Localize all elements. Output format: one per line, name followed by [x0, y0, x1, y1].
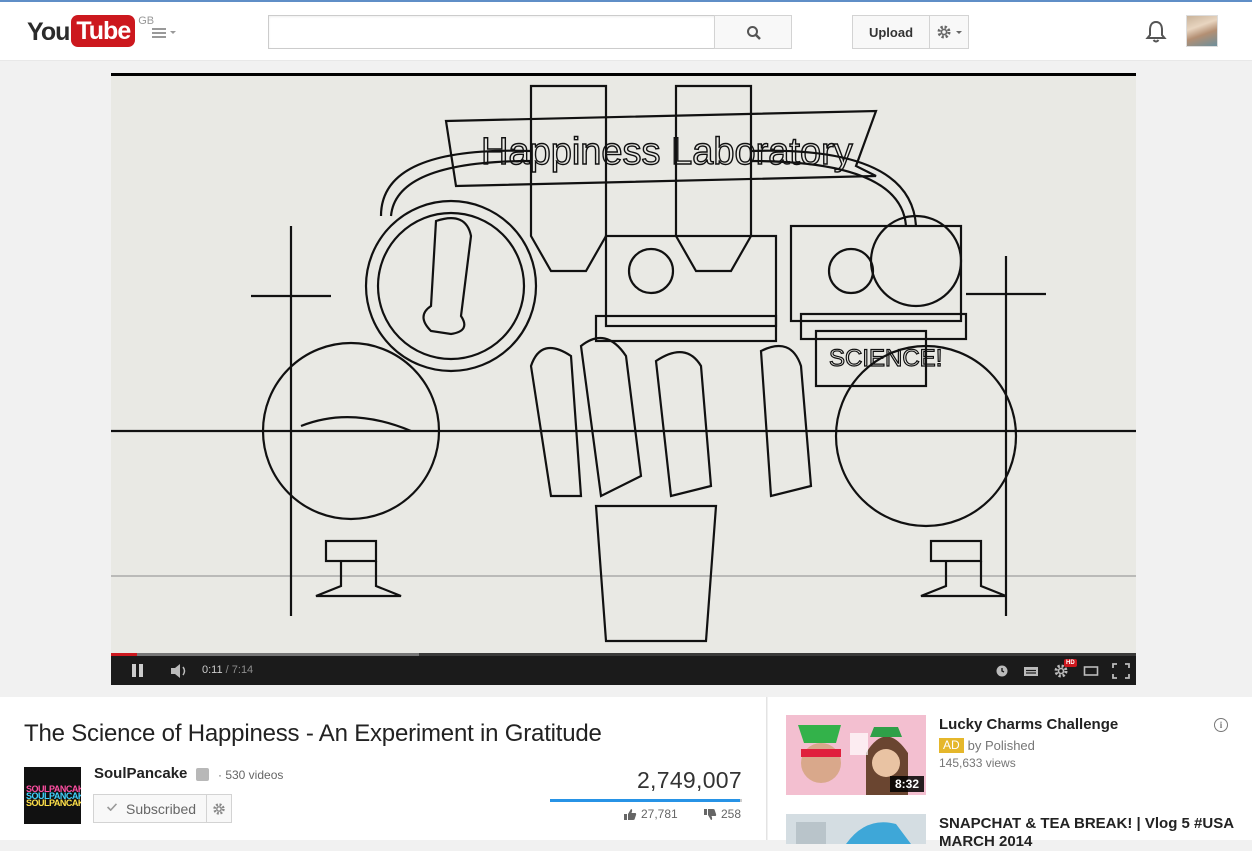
player-controls: 0:11 / 7:14 HD: [111, 653, 1136, 685]
dislike-count: 258: [721, 807, 742, 821]
like-button[interactable]: 27,781: [623, 807, 678, 821]
progress-loaded: [111, 653, 419, 656]
dislike-button[interactable]: 258: [703, 807, 741, 821]
hd-badge: HD: [1064, 659, 1077, 667]
video-illustration: Happiness Laboratory SCIENCE!: [111, 84, 1136, 643]
video-frame[interactable]: Happiness Laboratory SCIENCE!: [111, 76, 1136, 653]
subscription-settings-button[interactable]: [206, 794, 232, 823]
current-time: 0:11: [202, 664, 223, 676]
likes-fill: [550, 799, 741, 802]
related-video-byline[interactable]: by Polished: [968, 738, 1035, 753]
masthead: You Tube GB Upload: [0, 0, 1252, 61]
theater-icon: [1083, 666, 1099, 676]
channel-avatar-text-3: SOULPANCAKE: [26, 798, 81, 808]
progress-played: [111, 653, 137, 656]
search-icon: [747, 26, 761, 40]
ad-badge: AD: [939, 738, 964, 753]
pause-button[interactable]: [132, 664, 146, 678]
theater-mode-button[interactable]: [1083, 663, 1099, 679]
checkmark-icon: [106, 803, 118, 811]
settings-dropdown-button[interactable]: [929, 15, 969, 49]
related-video-views: 145,633 views: [939, 756, 1016, 770]
search-button[interactable]: [714, 15, 792, 49]
fullscreen-button[interactable]: [1112, 663, 1130, 679]
guide-menu-button[interactable]: [150, 24, 180, 42]
channel-avatar[interactable]: SOULPANCAKE SOULPANCAKE SOULPANCAKE: [24, 767, 81, 824]
watch-later-button[interactable]: [994, 663, 1010, 679]
captions-button[interactable]: [1023, 663, 1039, 679]
captions-icon: [1024, 667, 1038, 676]
related-videos-sidebar: 8:32 Lucky Charms Challenge AD by Polish…: [768, 697, 1252, 850]
view-count: 2,749,007: [636, 767, 742, 793]
progress-bar[interactable]: [111, 653, 1136, 656]
subscribe-label: Subscribed: [126, 800, 197, 817]
volume-icon: [171, 664, 186, 678]
related-video-meta: AD by Polished: [939, 738, 1035, 753]
related-video-thumbnail[interactable]: 8:32: [786, 715, 926, 795]
thumbs-up-icon: [624, 808, 637, 820]
chevron-down-icon: [956, 31, 962, 34]
related-video-title[interactable]: SNAPCHAT & TEA BREAK! | Vlog 5 #USA MARC…: [939, 815, 1239, 851]
clock-icon: [996, 665, 1008, 677]
video-sign-text: SCIENCE!: [829, 345, 942, 372]
chevron-down-icon: [170, 31, 176, 34]
search-box: [268, 15, 715, 49]
logo-you-text: You: [27, 18, 70, 46]
duration: / 7:14: [225, 664, 254, 676]
time-display: 0:11 / 7:14: [202, 664, 253, 676]
upload-button[interactable]: Upload: [852, 15, 930, 49]
channel-video-count: · 530 videos: [218, 768, 284, 782]
subscribe-button[interactable]: Subscribed: [93, 794, 207, 823]
video-player[interactable]: Happiness Laboratory SCIENCE! 0:11 / 7:1…: [111, 73, 1136, 685]
info-icon[interactable]: i: [1214, 718, 1228, 732]
gear-icon: [213, 803, 225, 815]
gear-icon: [937, 25, 951, 39]
verified-icon: [196, 768, 209, 781]
watch-info-panel: The Science of Happiness - An Experiment…: [0, 697, 767, 840]
search-input[interactable]: [269, 16, 715, 48]
video-duration: 8:32: [889, 776, 924, 792]
fullscreen-icon: [1112, 663, 1130, 679]
related-video-title[interactable]: Lucky Charms Challenge: [939, 716, 1118, 733]
notifications-bell-icon[interactable]: [1143, 19, 1169, 45]
account-avatar[interactable]: [1186, 15, 1218, 47]
thumbs-down-icon: [704, 808, 717, 820]
youtube-logo[interactable]: You Tube GB: [27, 15, 154, 49]
logo-tube-text: Tube: [71, 15, 136, 47]
like-dislike-ratio-bar: [550, 799, 742, 802]
video-title: The Science of Happiness - An Experiment…: [24, 720, 602, 747]
volume-button[interactable]: [169, 663, 191, 679]
like-count: 27,781: [641, 807, 678, 821]
channel-name-link[interactable]: SoulPancake: [94, 765, 187, 782]
